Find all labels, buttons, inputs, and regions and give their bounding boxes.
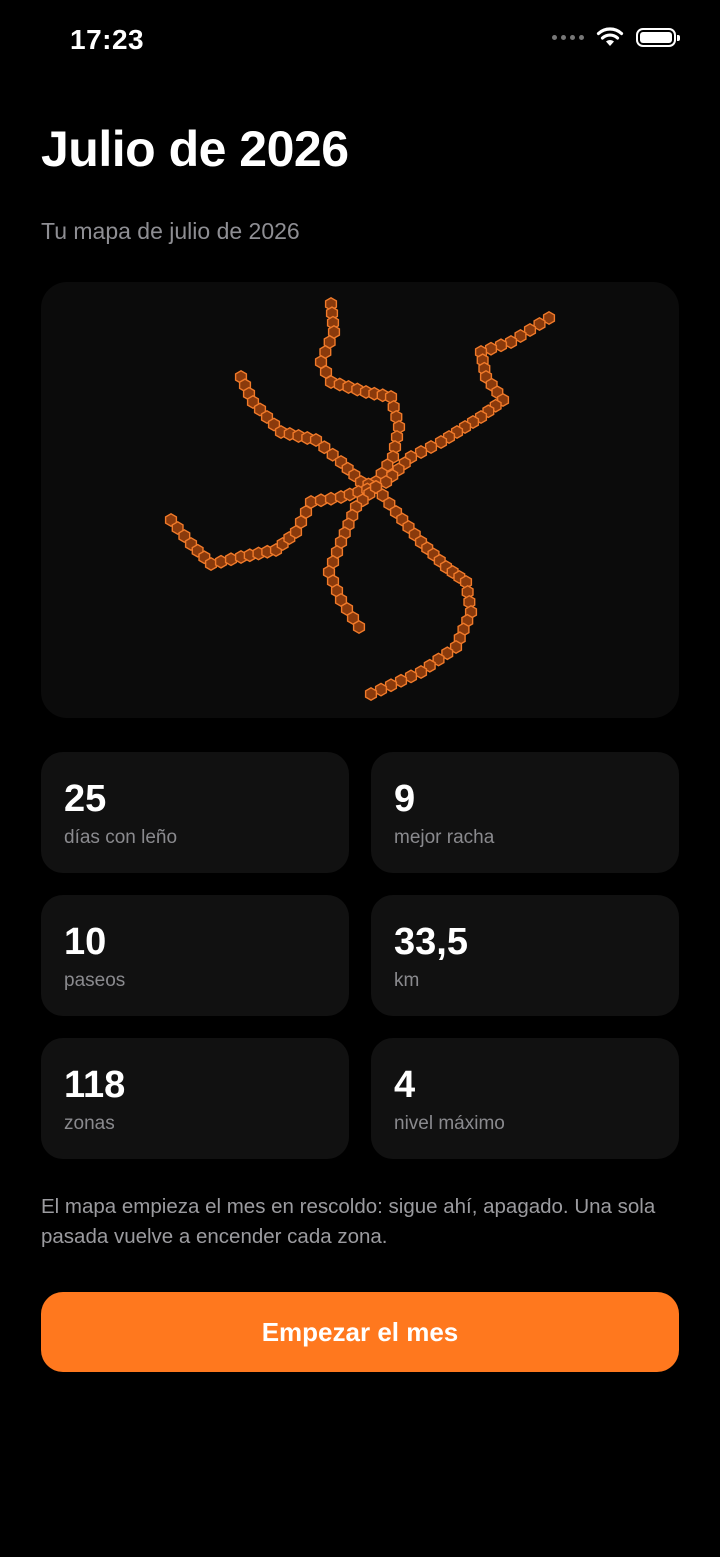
- hex-zone: [484, 341, 498, 356]
- hex-zone: [314, 493, 328, 508]
- status-icons: [552, 26, 680, 48]
- trail-branch: [379, 310, 556, 490]
- hex-zone: [434, 434, 448, 450]
- trail-branch: [314, 296, 406, 490]
- page-subtitle: Tu mapa de julio de 2026: [41, 218, 300, 244]
- status-bar: 17:23: [0, 0, 720, 84]
- hex-zone: [384, 678, 398, 693]
- stat-label: paseos: [64, 970, 126, 991]
- hex-zone: [394, 673, 408, 688]
- hex-zone: [379, 474, 393, 490]
- stat-label: zonas: [64, 1113, 115, 1134]
- start-month-button[interactable]: Empezar el mes: [41, 1292, 679, 1372]
- hex-zone: [424, 439, 438, 455]
- hex-zone: [304, 494, 318, 510]
- stat-value: 9: [394, 778, 416, 820]
- hex-trail-map: [164, 296, 556, 702]
- hex-zone: [352, 619, 366, 635]
- stat-label: nivel máximo: [394, 1113, 505, 1134]
- hex-zone: [374, 682, 388, 697]
- trail-branch: [364, 479, 478, 702]
- hex-zone: [504, 334, 518, 350]
- status-time: 17:23: [70, 24, 145, 55]
- hex-zone: [494, 338, 508, 353]
- month-map[interactable]: [41, 282, 679, 718]
- stat-card-walks: 10 paseos: [41, 895, 349, 1016]
- stat-card-km: 33,5 km: [371, 895, 679, 1016]
- stat-value: 4: [394, 1064, 416, 1106]
- stat-value: 118: [64, 1064, 126, 1106]
- battery-icon: [636, 27, 680, 47]
- hex-zone: [324, 491, 338, 506]
- stat-value: 10: [64, 921, 107, 963]
- stat-label: km: [394, 970, 420, 991]
- stat-card-streak: 9 mejor racha: [371, 752, 679, 873]
- stat-label: días con leño: [64, 827, 178, 848]
- cellular-dots-icon: [552, 34, 584, 40]
- hex-zone: [404, 669, 418, 684]
- stat-label: mejor racha: [394, 827, 495, 848]
- stats-grid: 25 días con leño 9 mejor racha 10 paseos…: [41, 752, 679, 1159]
- info-note: El mapa empieza el mes en rescoldo: sigu…: [41, 1195, 656, 1248]
- stat-card-days: 25 días con leño: [41, 752, 349, 873]
- hex-zone: [414, 664, 428, 680]
- stat-card-max-level: 4 nivel máximo: [371, 1038, 679, 1159]
- hex-zone: [204, 556, 218, 572]
- stat-value: 25: [64, 778, 107, 820]
- wifi-icon: [596, 27, 624, 46]
- stat-card-zones: 118 zonas: [41, 1038, 349, 1159]
- hex-zone: [364, 686, 378, 702]
- page-title: Julio de 2026: [41, 121, 349, 177]
- stat-value: 33,5: [394, 921, 468, 963]
- hex-zone: [214, 554, 228, 569]
- hex-zone: [414, 444, 428, 460]
- hex-zone: [224, 552, 238, 567]
